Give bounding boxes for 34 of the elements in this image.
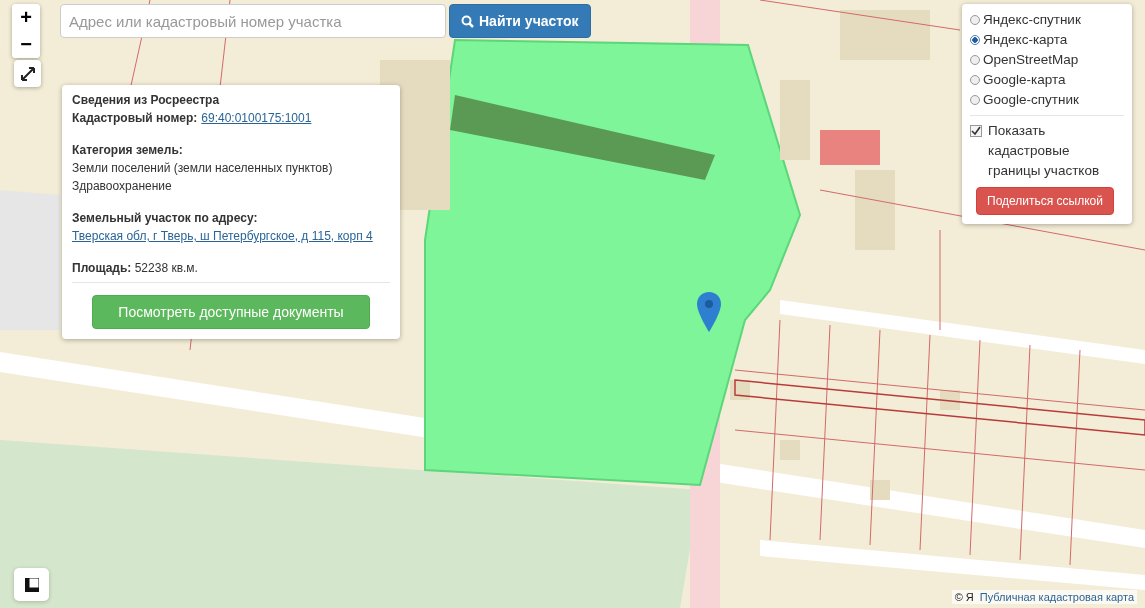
- copyright-text: © Я: [954, 591, 974, 603]
- layer-radio[interactable]: [970, 75, 980, 85]
- map-pin-icon[interactable]: [697, 292, 721, 332]
- layer-label[interactable]: Google-спутник: [983, 90, 1079, 110]
- cadastral-borders-checkbox[interactable]: [970, 125, 982, 137]
- layer-label[interactable]: Яндекс-спутник: [983, 10, 1081, 30]
- ruler-button[interactable]: [14, 568, 49, 601]
- category-text: Здравоохранение: [72, 178, 173, 195]
- find-button[interactable]: Найти участок: [449, 4, 591, 38]
- address-label: Земельный участок по адресу:: [72, 210, 259, 227]
- zoom-in-button[interactable]: +: [12, 4, 40, 31]
- zoom-out-button[interactable]: −: [12, 31, 40, 58]
- info-title: Сведения из Росреестра: [72, 92, 221, 109]
- category-text: Земли поселений (земли населенных пунктов): [72, 160, 334, 177]
- layer-radio[interactable]: [970, 15, 980, 25]
- area-text: Площадь: 52238 кв.м.: [72, 260, 199, 277]
- address-link[interactable]: Тверская обл, г Тверь, ш Петербургское, д 115, корп 4: [72, 229, 373, 243]
- layer-radio[interactable]: [970, 95, 980, 105]
- category-label: Категория земель:: [72, 142, 184, 159]
- cadastral-number-link[interactable]: 69:40:0100175:1001: [201, 109, 312, 127]
- cadastral-borders-label[interactable]: Показать кадастровые границы участков: [988, 121, 1123, 181]
- layer-radio[interactable]: [970, 35, 980, 45]
- search-field[interactable]: Адрес или кадастровый номер участка: [60, 4, 446, 38]
- search-icon: [461, 14, 474, 28]
- fullscreen-button[interactable]: [14, 60, 41, 87]
- share-link-button[interactable]: Поделиться ссылкой: [976, 187, 1114, 215]
- layer-radio[interactable]: [970, 55, 980, 65]
- cadastral-label: Кадастровый номер:: [72, 110, 198, 127]
- ruler-icon: [24, 577, 39, 592]
- expand-arrows-icon: [20, 66, 35, 81]
- layer-label[interactable]: Google-карта: [983, 70, 1066, 90]
- public-cadastral-map-link[interactable]: Публичная кадастровая карта: [979, 591, 1134, 603]
- layer-label[interactable]: OpenStreetMap: [983, 50, 1079, 70]
- layer-label[interactable]: Яндекс-карта: [983, 30, 1068, 50]
